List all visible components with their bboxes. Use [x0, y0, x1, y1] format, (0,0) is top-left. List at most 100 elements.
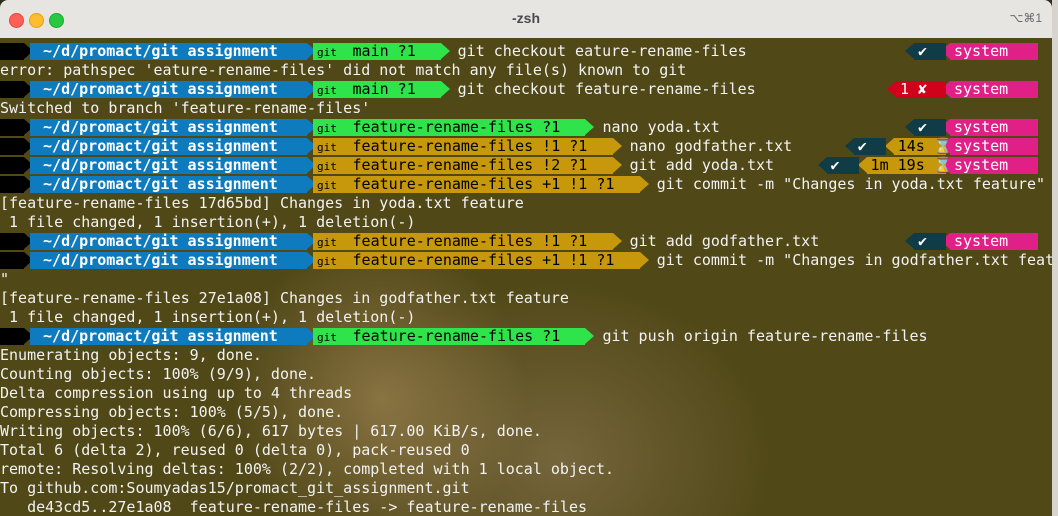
- branch-icon: [344, 156, 353, 174]
- prompt-line: ~/d/promact/git assignment git feature-re…: [0, 156, 1052, 175]
- branch-icon: [344, 80, 353, 98]
- git-status-segment: git feature-rename-files !2 ?1: [313, 156, 622, 174]
- home-icon: [1008, 118, 1017, 136]
- output-line: [feature-rename-files 27e1a08] Changes i…: [0, 289, 569, 307]
- success-indicator: ✔: [817, 157, 859, 174]
- git-icon: git: [317, 331, 344, 344]
- window-title: -zsh: [512, 10, 540, 26]
- branch-icon: [344, 175, 353, 193]
- git-icon: git: [317, 179, 344, 192]
- branch-name: feature-rename-files ?1: [352, 327, 561, 345]
- output-line: 1 file changed, 1 insertion(+), 1 deleti…: [0, 308, 416, 326]
- system-label: system: [954, 232, 1009, 250]
- output-line: Compressing objects: 100% (5/5), done.: [0, 403, 344, 421]
- folder-icon: [34, 327, 43, 345]
- branch-icon: [344, 137, 353, 155]
- branch-name: main ?1: [352, 80, 416, 98]
- git-status-segment: git feature-rename-files +1 !1 ?1: [313, 175, 649, 193]
- git-status-segment: git main ?1: [313, 43, 450, 60]
- prompt-directory: ~/d/promact/git assignment: [30, 156, 316, 174]
- prompt-directory: ~/d/promact/git assignment: [30, 327, 316, 345]
- apple-icon: [0, 138, 33, 155]
- folder-icon: [34, 118, 43, 136]
- output-line: ": [0, 270, 10, 288]
- apple-icon: [0, 233, 33, 250]
- output-line: Delta compression using up to 4 threads: [0, 384, 353, 402]
- background-window-edge: [1052, 0, 1058, 516]
- command-text: nano godfather.txt: [629, 137, 793, 155]
- error-code-indicator: 1 ✘: [887, 81, 946, 98]
- system-label: system: [954, 80, 1009, 98]
- prompt-directory: ~/d/promact/git assignment: [30, 80, 316, 98]
- git-icon: git: [317, 160, 344, 173]
- directory-path: ~/d/promact/git assignment: [43, 80, 278, 98]
- prompt-directory: ~/d/promact/git assignment: [30, 175, 316, 193]
- system-segment: system: [941, 42, 1038, 60]
- system-segment: system: [941, 156, 1038, 174]
- branch-icon: [344, 232, 353, 250]
- system-label: system: [954, 42, 1009, 60]
- hourglass-icon: ⌛: [924, 156, 953, 174]
- git-status-segment: git feature-rename-files ?1: [313, 327, 595, 345]
- git-status-segment: git feature-rename-files !1 ?1: [313, 137, 622, 155]
- branch-name: feature-rename-files !1 ?1: [352, 232, 588, 250]
- git-icon: git: [317, 122, 344, 135]
- apple-icon: [0, 252, 33, 269]
- git-icon: git: [317, 255, 344, 268]
- prompt-directory: ~/d/promact/git assignment: [30, 137, 316, 155]
- terminal-output[interactable]: ~/d/promact/git assignment git main ?1 git…: [0, 38, 1052, 516]
- branch-name: feature-rename-files +1 !1 ?1: [352, 251, 615, 269]
- folder-icon: [34, 232, 43, 250]
- git-icon: git: [317, 46, 344, 59]
- prompt-directory: ~/d/promact/git assignment: [30, 251, 316, 269]
- terminal-window: -zsh ⌥⌘1 ~/d/promact/git assignment git m…: [0, 0, 1052, 516]
- output-line: 1 file changed, 1 insertion(+), 1 deleti…: [0, 213, 416, 231]
- output-line: Total 6 (delta 2), reused 0 (delta 0), p…: [0, 441, 470, 459]
- git-status-segment: git feature-rename-files !1 ?1: [313, 232, 622, 250]
- directory-path: ~/d/promact/git assignment: [43, 232, 278, 250]
- prompt-line: ~/d/promact/git assignment git feature-re…: [0, 137, 1052, 156]
- directory-path: ~/d/promact/git assignment: [43, 118, 278, 136]
- branch-icon: [344, 251, 353, 269]
- prompt-line: ~/d/promact/git assignment git main ?1 git…: [0, 42, 1052, 61]
- folder-icon: [34, 137, 43, 155]
- output-line: [feature-rename-files 17d65bd] Changes i…: [0, 194, 524, 212]
- output-line: Counting objects: 100% (9/9), done.: [0, 365, 317, 383]
- home-icon: [1008, 80, 1017, 98]
- command-text: nano yoda.txt: [602, 118, 720, 136]
- home-icon: [1008, 137, 1017, 155]
- prompt-line: ~/d/promact/git assignment git feature-re…: [0, 251, 1052, 270]
- output-line: de43cd5..27e1a08 feature-rename-files ->…: [0, 498, 587, 516]
- folder-icon: [34, 156, 43, 174]
- directory-path: ~/d/promact/git assignment: [43, 42, 278, 60]
- success-indicator: ✔: [844, 138, 886, 155]
- home-icon: [1008, 42, 1017, 60]
- apple-icon: [0, 176, 33, 193]
- duration-indicator: 1m 19s ⌛: [857, 156, 952, 174]
- directory-path: ~/d/promact/git assignment: [43, 327, 278, 345]
- system-segment: system: [941, 80, 1038, 98]
- output-line: Switched to branch 'feature-rename-files…: [0, 99, 371, 117]
- git-icon: git: [317, 141, 344, 154]
- prompt-directory: ~/d/promact/git assignment: [30, 118, 316, 136]
- command-text: git checkout eature-rename-files: [457, 42, 747, 60]
- prompt-line: ~/d/promact/git assignment git feature-re…: [0, 118, 1052, 137]
- success-indicator: ✔: [905, 43, 946, 60]
- apple-icon: [0, 157, 33, 174]
- apple-icon: [0, 328, 33, 345]
- system-label: system: [954, 137, 1009, 155]
- prompt-line: ~/d/promact/git assignment git feature-re…: [0, 327, 1052, 346]
- system-label: system: [954, 156, 1009, 174]
- directory-path: ~/d/promact/git assignment: [43, 251, 278, 269]
- output-line: error: pathspec 'eature-rename-files' di…: [0, 61, 687, 79]
- prompt-directory: ~/d/promact/git assignment: [30, 42, 316, 60]
- duration-text: 1m 19s: [870, 156, 925, 174]
- success-indicator: ✔: [905, 119, 946, 136]
- branch-name: feature-rename-files ?1: [352, 118, 561, 136]
- git-icon: git: [317, 84, 344, 97]
- folder-icon: [34, 175, 43, 193]
- duration-text: 14s: [897, 137, 925, 155]
- git-icon: git: [317, 236, 344, 249]
- title-bar[interactable]: -zsh ⌥⌘1: [0, 0, 1052, 39]
- prompt-line: ~/d/promact/git assignment git main ?1 git…: [0, 80, 1052, 99]
